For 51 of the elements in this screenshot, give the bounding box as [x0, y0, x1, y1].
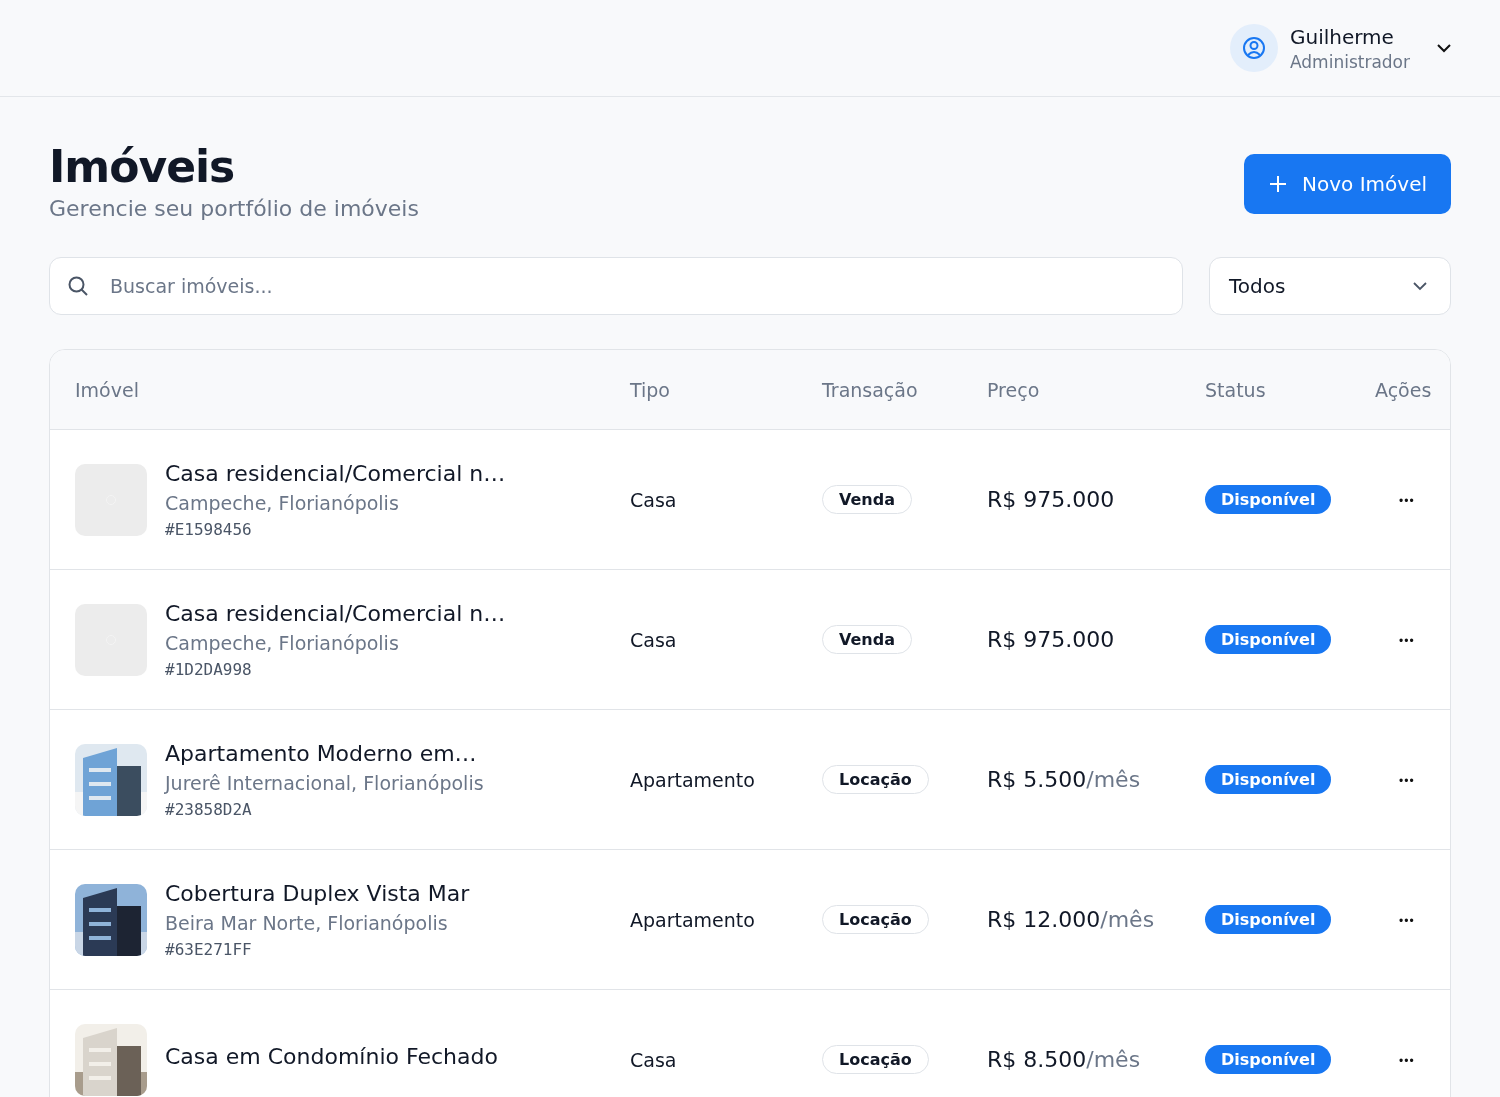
page-title: Imóveis	[49, 141, 236, 192]
property-title[interactable]: Casa residencial/Comercial n…	[165, 600, 506, 626]
property-price: R$ 975.000	[987, 627, 1115, 652]
property-location: Campeche, Florianópolis	[165, 491, 400, 514]
chevron-down-icon	[1412, 281, 1428, 291]
status-badge: Disponível	[1205, 625, 1332, 654]
status-badge: Disponível	[1205, 765, 1332, 794]
property-type: Apartamento	[630, 908, 755, 931]
property-code: #63E271FF	[165, 939, 253, 959]
status-badge: Disponível	[1205, 905, 1332, 934]
user-role: Administrador	[1290, 51, 1410, 72]
column-header: Transação	[822, 378, 919, 401]
property-price: R$ 5.500/mês	[987, 767, 1141, 792]
column-header: Preço	[987, 378, 1041, 401]
property-price: R$ 12.000/mês	[987, 907, 1155, 932]
more-actions-button[interactable]: •••	[1395, 910, 1419, 932]
search-icon	[67, 275, 89, 297]
column-header: Ações	[1375, 378, 1432, 401]
search-field[interactable]: Buscar imóveis...	[49, 257, 1183, 315]
new-property-button[interactable]: Novo Imóvel	[1244, 154, 1451, 214]
property-location: Campeche, Florianópolis	[165, 631, 400, 654]
property-code: #E1598456	[165, 519, 253, 539]
property-location: Beira Mar Norte, Florianópolis	[165, 911, 449, 934]
property-title[interactable]: Cobertura Duplex Vista Mar	[165, 880, 470, 906]
property-location: Jurerê Internacional, Florianópolis	[165, 771, 484, 794]
user-avatar-icon[interactable]	[1230, 24, 1278, 72]
more-actions-button[interactable]: •••	[1395, 490, 1419, 512]
property-title[interactable]: Apartamento Moderno em…	[165, 740, 484, 766]
status-badge: Disponível	[1205, 1045, 1332, 1074]
page-subtitle: Gerencie seu portfólio de imóveis	[49, 196, 419, 221]
plus-icon	[1268, 174, 1289, 194]
column-header: Imóvel	[75, 378, 140, 401]
property-type: Casa	[630, 1048, 677, 1071]
more-actions-button[interactable]: •••	[1395, 1050, 1419, 1072]
property-code: #23858D2A	[165, 799, 253, 819]
status-badge: Disponível	[1205, 485, 1332, 514]
property-code: #1D2DA998	[165, 659, 253, 679]
column-header: Tipo	[630, 378, 671, 401]
more-actions-button[interactable]: •••	[1395, 770, 1419, 792]
property-type: Casa	[630, 488, 677, 511]
chevron-down-icon[interactable]	[1436, 43, 1452, 53]
property-price: R$ 975.000	[987, 487, 1115, 512]
property-title[interactable]: Casa em Condomínio Fechado	[165, 1044, 498, 1069]
property-title[interactable]: Casa residencial/Comercial n…	[165, 460, 506, 486]
user-name: Guilherme	[1290, 24, 1395, 49]
more-actions-button[interactable]: •••	[1395, 630, 1419, 652]
property-price: R$ 8.500/mês	[987, 1047, 1141, 1072]
filter-dropdown[interactable]: Todos	[1209, 257, 1451, 315]
property-type: Casa	[630, 628, 677, 651]
property-type: Apartamento	[630, 768, 755, 791]
column-header: Status	[1205, 378, 1267, 401]
